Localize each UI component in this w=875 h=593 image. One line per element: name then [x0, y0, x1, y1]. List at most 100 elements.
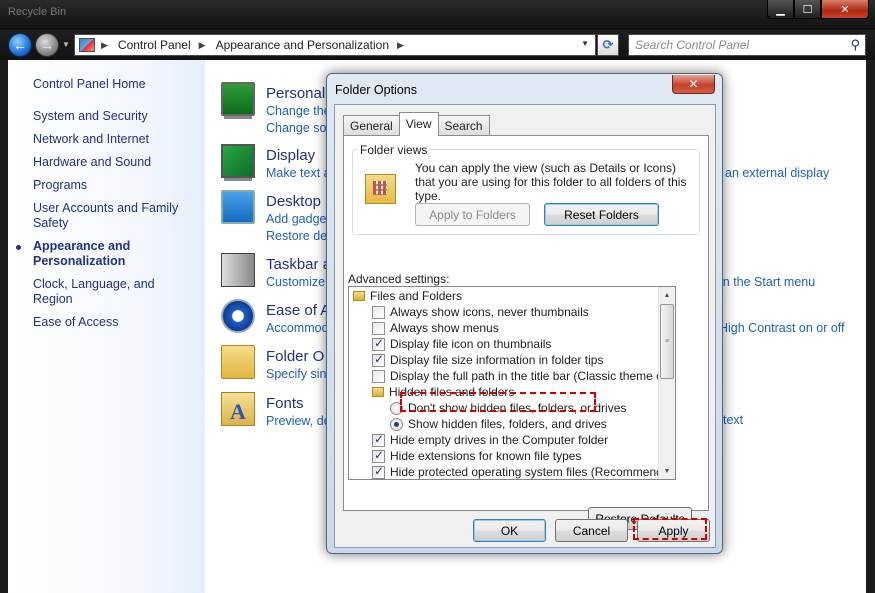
folder-views-description: You can apply the view (such as Details …: [415, 161, 687, 203]
ease-link-fragment[interactable]: High Contrast on or off: [719, 321, 845, 335]
option-full-path-title[interactable]: Display the full path in the title bar (…: [372, 368, 676, 384]
category-link[interactable]: Accommod: [266, 321, 329, 335]
breadcrumb-appearance[interactable]: Appearance and Personalization ▶: [216, 38, 414, 52]
nav-clock-language[interactable]: Clock, Language, and Region: [33, 277, 193, 307]
minimize-button[interactable]: ▁: [767, 0, 794, 19]
breadcrumb-sep-start[interactable]: ▶: [101, 40, 118, 51]
option-dont-show-hidden[interactable]: Don't show hidden files, folders, or dri…: [390, 400, 626, 416]
category-title[interactable]: Display: [266, 147, 315, 164]
control-panel-home-link[interactable]: Control Panel Home: [33, 77, 146, 91]
chevron-right-icon: ▶: [397, 39, 404, 50]
ease-of-access-icon[interactable]: [221, 299, 255, 333]
display-icon[interactable]: [221, 144, 255, 178]
option-label: Display the full path in the title bar (…: [390, 369, 676, 383]
checkbox-checked[interactable]: [372, 336, 385, 351]
folder-icon: [372, 387, 384, 397]
forward-button[interactable]: →: [35, 33, 59, 57]
option-file-size-tips[interactable]: Display file size information in folder …: [372, 352, 603, 368]
category-link[interactable]: Restore des: [266, 229, 333, 243]
advanced-settings-label: Advanced settings:: [348, 272, 450, 286]
category-title[interactable]: Ease of A: [266, 302, 330, 319]
option-label: Always show icons, never thumbnails: [390, 305, 589, 319]
folder-views-icon: [365, 174, 396, 204]
checkbox[interactable]: [372, 369, 385, 383]
category-title[interactable]: Desktop: [266, 193, 321, 210]
radio-button-selected[interactable]: [390, 417, 403, 431]
option-label: Hide protected operating system files (R…: [390, 465, 676, 479]
option-hide-extensions[interactable]: Hide extensions for known file types: [372, 448, 581, 464]
tab-view[interactable]: View: [398, 112, 439, 136]
maximize-button[interactable]: ☐: [794, 0, 821, 19]
taskbar-link-fragment[interactable]: in the Start menu: [720, 275, 815, 289]
checkbox-checked[interactable]: [372, 432, 385, 447]
category-link[interactable]: Change sou: [266, 121, 333, 135]
category-title[interactable]: Folder O: [266, 348, 324, 365]
folder-options-icon[interactable]: [221, 345, 255, 379]
address-bar[interactable]: ▶ Control Panel ▶ Appearance and Personal…: [74, 34, 596, 56]
scroll-up-icon[interactable]: ▲: [659, 287, 675, 303]
cancel-button[interactable]: Cancel: [555, 519, 628, 542]
category-title[interactable]: Personal: [266, 85, 325, 102]
option-always-show-icons[interactable]: Always show icons, never thumbnails: [372, 304, 589, 320]
apply-to-folders-button[interactable]: Apply to Folders: [415, 203, 530, 226]
option-show-hidden[interactable]: Show hidden files, folders, and drives: [390, 416, 607, 432]
tab-general[interactable]: General: [343, 115, 400, 136]
caption-buttons: ▁ ☐ ✕: [767, 0, 869, 19]
category-link[interactable]: Add gadget: [266, 212, 330, 226]
window-right-border: [866, 60, 875, 593]
option-hide-empty-drives[interactable]: Hide empty drives in the Computer folder: [372, 432, 608, 448]
nav-user-accounts[interactable]: User Accounts and Family Safety: [33, 201, 193, 231]
checkbox-checked[interactable]: [372, 464, 385, 479]
nav-ease-of-access[interactable]: Ease of Access: [33, 315, 193, 330]
address-dropdown-icon[interactable]: ▼: [581, 39, 589, 48]
taskbar-icon[interactable]: [221, 253, 255, 287]
control-panel-icon: [79, 38, 95, 52]
fonts-link-fragment[interactable]: text: [723, 413, 743, 427]
folder-icon: [353, 291, 365, 301]
option-always-show-menus[interactable]: Always show menus: [372, 320, 499, 336]
category-link[interactable]: Customize: [266, 275, 325, 289]
category-title[interactable]: Taskbar a: [266, 256, 331, 273]
checkbox-checked[interactable]: [372, 448, 385, 463]
reset-folders-button[interactable]: Reset Folders: [544, 203, 659, 226]
checkbox[interactable]: [372, 321, 385, 335]
refresh-button[interactable]: ⟳: [597, 34, 619, 56]
tab-search[interactable]: Search: [437, 115, 490, 136]
ok-button[interactable]: OK: [473, 519, 546, 542]
category-link[interactable]: Make text a: [266, 166, 331, 180]
nav-label: Appearance and Personalization: [33, 239, 131, 268]
nav-network-internet[interactable]: Network and Internet: [33, 132, 193, 147]
category-link[interactable]: Preview, de: [266, 414, 331, 428]
search-input[interactable]: Search Control Panel ⚲: [628, 34, 866, 56]
nav-system-security[interactable]: System and Security: [33, 109, 193, 124]
recent-pages-chevron-icon[interactable]: ▼: [62, 40, 70, 49]
option-label: Always show menus: [390, 321, 499, 335]
option-file-icon-thumbnails[interactable]: Display file icon on thumbnails: [372, 336, 551, 352]
fonts-icon[interactable]: A: [221, 392, 255, 426]
nav-appearance-personalization[interactable]: Appearance and Personalization: [16, 239, 193, 269]
checkbox[interactable]: [372, 305, 385, 319]
nav-hardware-sound[interactable]: Hardware and Sound: [33, 155, 193, 170]
personalization-icon[interactable]: [221, 82, 255, 116]
scroll-thumb[interactable]: ≡: [660, 304, 674, 379]
category-link[interactable]: Specify sing: [266, 367, 333, 381]
category-link[interactable]: Change the: [266, 104, 331, 118]
display-link-fragment[interactable]: an external display: [725, 166, 829, 180]
tree-scrollbar[interactable]: ▲ ≡ ▼: [658, 287, 675, 479]
dialog-close-button[interactable]: ✕: [672, 75, 715, 94]
apply-button[interactable]: Apply: [637, 519, 710, 542]
radio-button[interactable]: [390, 401, 403, 415]
scroll-down-icon[interactable]: ▼: [659, 463, 675, 479]
desktop-gadgets-icon[interactable]: [221, 190, 255, 224]
search-icon[interactable]: ⚲: [850, 37, 860, 53]
option-hide-protected-files[interactable]: Hide protected operating system files (R…: [372, 464, 676, 479]
nav-programs[interactable]: Programs: [33, 178, 193, 193]
back-button[interactable]: ←: [8, 33, 32, 57]
category-title[interactable]: Fonts: [266, 395, 304, 412]
category-list: System and Security Network and Internet…: [16, 109, 193, 338]
checkbox-checked[interactable]: [372, 352, 385, 367]
breadcrumb-label: Appearance and Personalization: [215, 38, 390, 52]
close-button[interactable]: ✕: [821, 0, 869, 19]
breadcrumb-control-panel[interactable]: Control Panel ▶: [118, 38, 216, 52]
option-label: Hide extensions for known file types: [390, 449, 582, 463]
